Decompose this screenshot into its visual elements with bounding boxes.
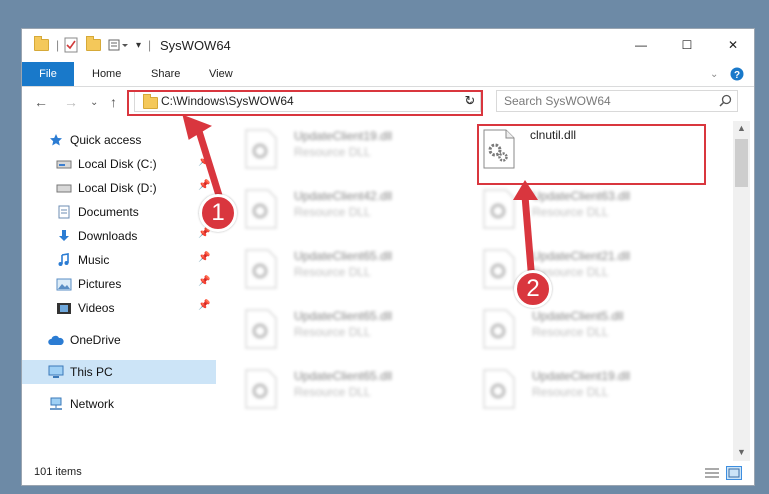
list-item[interactable]: UpdateClient19.dll Resource DLL — [482, 365, 702, 413]
tab-home[interactable]: Home — [92, 62, 121, 86]
pictures-icon — [56, 277, 72, 291]
nav-item-local-disk-c[interactable]: Local Disk (C:) — [56, 153, 157, 175]
navigation-pane: Quick access Local Disk (C:) Local Disk … — [22, 121, 216, 461]
list-item[interactable]: UpdateClient42.dll Resource DLL — [244, 185, 464, 233]
list-item[interactable]: UpdateClient65.dll Resource DLL — [244, 365, 464, 413]
dll-file-icon — [245, 189, 277, 229]
minimize-button[interactable]: — — [618, 29, 664, 61]
nav-item-music[interactable]: Music — [56, 249, 109, 271]
download-icon — [56, 229, 72, 243]
pin-icon[interactable]: 📌 — [198, 300, 210, 311]
new-folder-icon[interactable] — [86, 36, 101, 53]
address-bar-highlight — [127, 90, 483, 116]
ribbon-tabs: File Home Share View ⌄ ? — [22, 62, 754, 87]
search-box[interactable]: Search SysWOW64 — [496, 90, 738, 112]
pin-icon[interactable]: 📌 — [198, 252, 210, 263]
window-title: SysWOW64 — [160, 38, 231, 53]
list-item[interactable]: UpdateClient65.dll Resource DLL — [244, 245, 464, 293]
properties-icon[interactable] — [64, 37, 78, 53]
scrollbar-thumb[interactable] — [735, 139, 748, 187]
dll-file-icon — [483, 249, 515, 289]
status-bar: 101 items — [22, 461, 754, 485]
music-icon — [56, 253, 72, 267]
nav-item-documents[interactable]: Documents — [56, 201, 139, 223]
pin-icon[interactable]: 📌 — [198, 180, 210, 191]
videos-icon — [56, 301, 72, 315]
computer-icon — [48, 365, 64, 379]
list-item[interactable]: UpdateClient19.dll Resource DLL — [244, 125, 464, 173]
svg-text:?: ? — [734, 70, 740, 81]
tab-share[interactable]: Share — [151, 62, 180, 86]
dll-file-icon — [483, 189, 515, 229]
file-highlight — [477, 124, 706, 185]
star-icon — [48, 133, 64, 147]
tab-file[interactable]: File — [22, 62, 74, 86]
vertical-scrollbar[interactable]: ▲ ▼ — [733, 121, 750, 461]
documents-icon — [56, 205, 72, 219]
list-item[interactable]: UpdateClient65.dll Resource DLL — [244, 305, 464, 353]
nav-onedrive[interactable]: OneDrive — [48, 329, 121, 351]
nav-network[interactable]: Network — [48, 393, 114, 415]
search-input[interactable]: Search SysWOW64 — [504, 94, 611, 108]
back-arrow-icon[interactable]: ← — [34, 94, 48, 110]
customize-toolbar-icon[interactable] — [108, 37, 130, 53]
large-icons-view-icon[interactable] — [726, 466, 742, 480]
recent-locations-icon[interactable]: ⌄ — [90, 97, 98, 108]
nav-item-videos[interactable]: Videos — [56, 297, 114, 319]
drive-icon — [56, 157, 72, 171]
nav-this-pc[interactable]: This PC — [48, 361, 113, 383]
scroll-up-icon[interactable]: ▲ — [737, 123, 746, 133]
nav-item-local-disk-d[interactable]: Local Disk (D:) — [56, 177, 157, 199]
dll-file-icon — [483, 369, 515, 409]
dll-file-icon — [245, 369, 277, 409]
dll-file-icon — [483, 309, 515, 349]
dll-file-icon — [245, 249, 277, 289]
nav-item-downloads[interactable]: Downloads — [56, 225, 137, 247]
step-badge-1: 1 — [199, 194, 237, 232]
help-icon[interactable]: ? — [730, 62, 744, 86]
forward-arrow-icon[interactable]: → — [64, 94, 78, 110]
nav-quick-access[interactable]: Quick access — [48, 129, 141, 151]
scroll-down-icon[interactable]: ▼ — [737, 447, 746, 457]
step-badge-2: 2 — [514, 270, 552, 308]
quick-access-dropdown-icon[interactable]: ▾ — [136, 37, 141, 53]
tab-view[interactable]: View — [209, 62, 233, 86]
pin-icon[interactable]: 📌 — [198, 156, 210, 167]
network-icon — [48, 397, 64, 411]
drive-icon — [56, 181, 72, 195]
pin-icon[interactable]: 📌 — [198, 276, 210, 287]
close-button[interactable]: ✕ — [710, 29, 754, 61]
list-item[interactable]: UpdateClient63.dll Resource DLL — [482, 185, 702, 233]
title-bar: | ▾ | SysWOW64 — ☐ ✕ — [22, 29, 754, 62]
search-icon — [719, 94, 732, 110]
folder-icon — [34, 36, 49, 53]
dll-file-icon — [245, 309, 277, 349]
cloud-icon — [48, 333, 64, 347]
dll-file-icon — [245, 129, 277, 169]
up-arrow-icon[interactable]: ↑ — [110, 94, 117, 110]
details-view-icon[interactable] — [704, 467, 720, 482]
list-item[interactable]: UpdateClient5.dll Resource DLL — [482, 305, 702, 353]
maximize-button[interactable]: ☐ — [664, 29, 710, 61]
nav-item-pictures[interactable]: Pictures — [56, 273, 121, 295]
item-count: 101 items — [34, 466, 82, 478]
expand-ribbon-icon[interactable]: ⌄ — [710, 62, 718, 86]
